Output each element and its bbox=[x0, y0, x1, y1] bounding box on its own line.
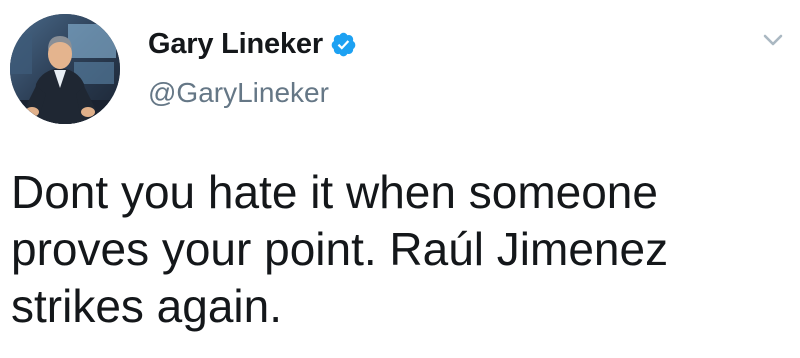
tweet-text: Dont you hate it when someone proves you… bbox=[11, 166, 669, 332]
author-handle[interactable]: @GaryLineker bbox=[148, 77, 329, 109]
author-name-row: Gary Lineker bbox=[148, 24, 357, 64]
verified-badge-icon bbox=[330, 31, 357, 58]
tweet-card: Gary Lineker @GaryLineker Dont you hate … bbox=[0, 0, 800, 358]
chevron-down-icon[interactable] bbox=[760, 30, 786, 50]
avatar-photo bbox=[10, 14, 120, 124]
author-display-name[interactable]: Gary Lineker bbox=[148, 28, 323, 61]
avatar[interactable] bbox=[10, 14, 120, 124]
